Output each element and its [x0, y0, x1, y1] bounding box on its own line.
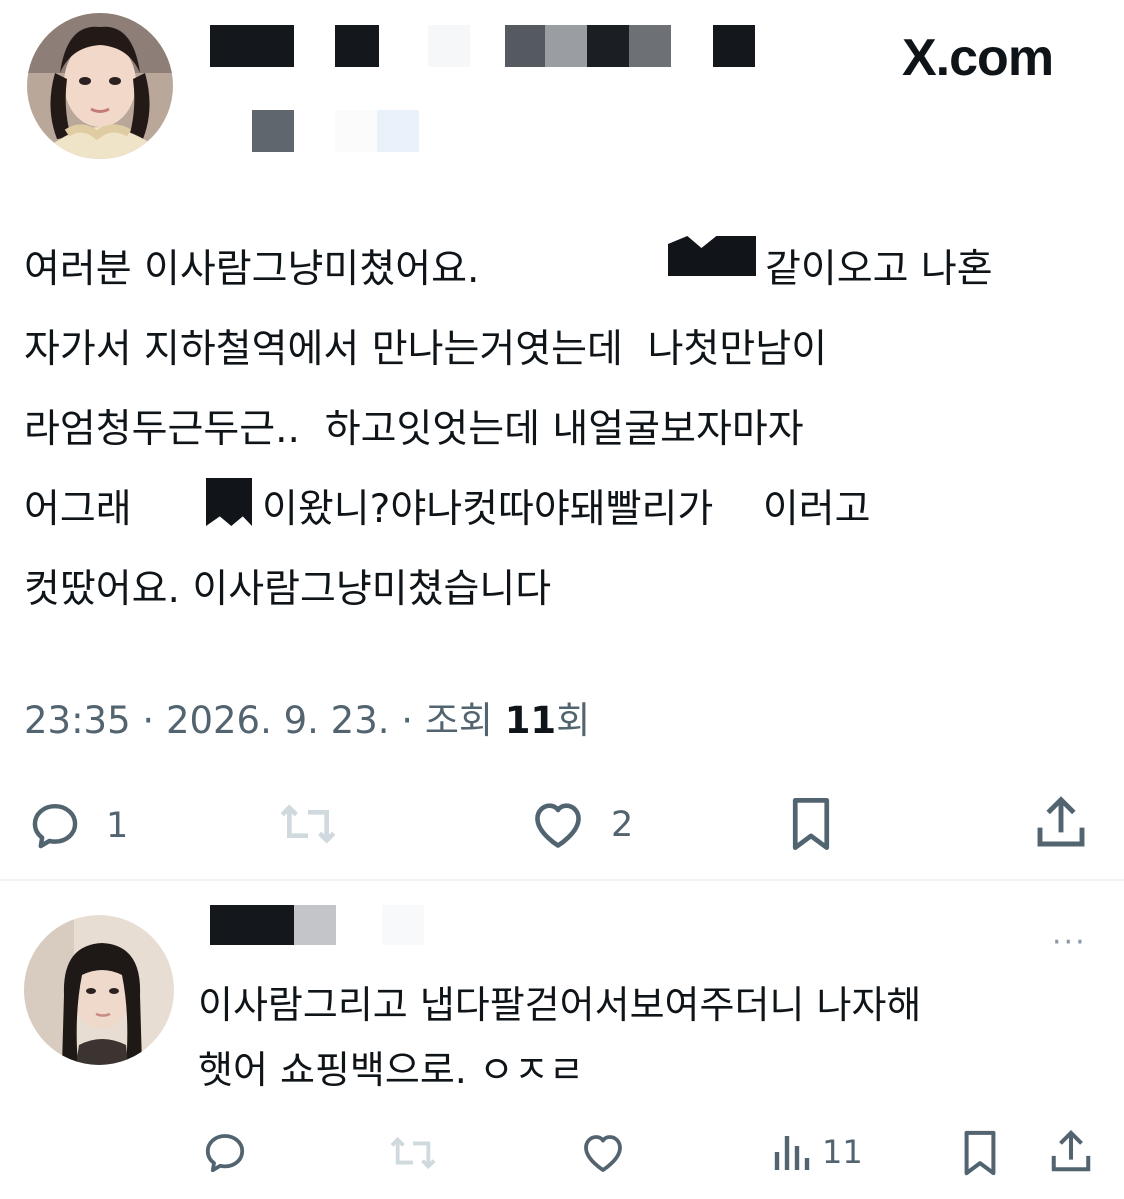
reply-bookmark-button[interactable]	[957, 1127, 1003, 1179]
tweet-text-line: 어그래	[24, 487, 132, 532]
tweet-time[interactable]: 23:35	[24, 699, 131, 742]
redacted-handle-block	[382, 905, 424, 945]
redacted-text-block	[206, 478, 252, 526]
reply-button[interactable]: 1	[26, 798, 128, 854]
reply-icon	[205, 1134, 245, 1173]
repost-button[interactable]	[275, 796, 341, 852]
site-logo: X.com	[902, 29, 1054, 87]
reply-share-button[interactable]	[1048, 1125, 1094, 1179]
bookmark-icon	[964, 1130, 996, 1176]
reply-text-line: 햇어 쇼핑백으로. ㅇㅈㄹ	[198, 1048, 584, 1092]
repost-icon	[390, 1136, 436, 1170]
redacted-name-block	[210, 25, 294, 67]
reply-count: 1	[106, 806, 129, 846]
tweet-text-line: 컷땄어요. 이사람그냥미쳤습니다	[24, 567, 552, 612]
author-avatar[interactable]	[27, 13, 173, 159]
reply-text-line: 이사람그리고 냅다팔걷어서보여주더니 나자해	[198, 983, 922, 1027]
views-icon	[774, 1136, 810, 1170]
views-suffix: 회	[556, 699, 591, 742]
reply-reply-button[interactable]	[200, 1129, 250, 1177]
share-icon	[1037, 796, 1085, 847]
reply-repost-button[interactable]	[385, 1130, 441, 1176]
redacted-name-block	[335, 25, 379, 67]
tweet-text-line: 라엄청두근두근.. 하고잇엇는데 내얼굴보자마자	[24, 407, 804, 452]
reply-like-button[interactable]	[577, 1129, 629, 1177]
tweet-text-line: 이왔니?야나컷따야돼빨리가 이러고	[262, 487, 871, 532]
more-options-icon[interactable]: ···	[1052, 925, 1087, 960]
redacted-name-block	[294, 905, 336, 945]
redacted-handle-block	[377, 110, 419, 152]
tweet-meta: 23:35 · 2026. 9. 23. · 조회 11회	[24, 690, 590, 744]
divider	[0, 879, 1124, 881]
share-icon	[1051, 1129, 1091, 1172]
heart-icon	[535, 803, 581, 848]
redacted-name-block	[587, 25, 629, 67]
bookmark-icon	[792, 798, 830, 850]
like-count: 2	[611, 805, 634, 845]
bookmark-button[interactable]	[784, 794, 838, 854]
tweet-text-line: 같이오고 나혼	[765, 247, 993, 292]
reply-views-count: 11	[822, 1133, 863, 1171]
meta-separator: ·	[142, 699, 155, 742]
redacted-name-block	[713, 25, 755, 67]
reply-author-avatar[interactable]	[24, 915, 174, 1065]
meta-separator: ·	[401, 699, 414, 742]
heart-icon	[584, 1135, 622, 1172]
redacted-name-block	[428, 25, 470, 67]
tweet-date[interactable]: 2026. 9. 23.	[166, 699, 390, 742]
views-label: 조회	[424, 699, 493, 742]
repost-icon	[280, 804, 336, 844]
like-button[interactable]: 2	[527, 796, 633, 854]
reply-avatar-image	[24, 915, 174, 1065]
tweet-text-line: 자가서 지하철역에서 만나는거엿는데 나첫만남이	[24, 327, 828, 372]
reply-views-button[interactable]: 11	[770, 1130, 863, 1174]
redacted-handle-block	[335, 110, 377, 152]
redacted-name-block	[505, 25, 545, 67]
redacted-name-block	[629, 25, 671, 67]
redacted-text-block	[668, 236, 756, 276]
share-button[interactable]	[1033, 792, 1089, 854]
redacted-handle-block	[252, 110, 294, 152]
views-count: 11	[504, 699, 557, 742]
tweet-text-line: 여러분 이사람그냥미쳤어요.	[24, 247, 505, 292]
author-avatar-image	[27, 13, 173, 159]
redacted-name-block	[210, 905, 294, 945]
reply-icon	[32, 803, 78, 849]
redacted-name-block	[545, 25, 587, 67]
